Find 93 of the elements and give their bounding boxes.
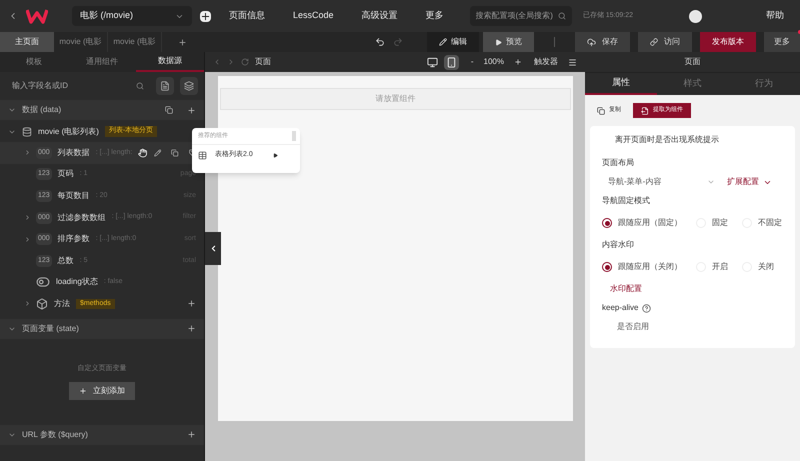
expand-icon[interactable] bbox=[24, 300, 31, 308]
add-icon[interactable] bbox=[187, 299, 196, 308]
refresh-icon[interactable] bbox=[241, 58, 249, 66]
watermark-config-link[interactable]: 水印配置 bbox=[602, 283, 783, 295]
field-name: loading状态 bbox=[56, 276, 98, 288]
menu-icon[interactable] bbox=[568, 58, 577, 66]
copy-icon bbox=[597, 106, 605, 114]
document-icon bbox=[641, 106, 649, 114]
link-icon bbox=[650, 38, 658, 46]
table-icon bbox=[198, 150, 207, 160]
field-search[interactable]: 输入字段名或ID bbox=[12, 80, 122, 92]
menu-item[interactable]: 高级设置 bbox=[352, 9, 408, 23]
undo-icon[interactable] bbox=[375, 37, 385, 47]
page-tab[interactable]: 主页面 bbox=[0, 32, 54, 52]
radio-option[interactable]: 不固定 bbox=[742, 217, 782, 229]
zoom-out-button[interactable]: - bbox=[470, 56, 474, 68]
radio-option[interactable]: 跟随应用（关闭） bbox=[602, 261, 682, 273]
back-icon[interactable] bbox=[213, 58, 221, 66]
toggle-icon bbox=[36, 275, 50, 290]
pencil-icon bbox=[439, 38, 447, 46]
cube-icon bbox=[36, 298, 48, 310]
add-tab-icon[interactable] bbox=[178, 38, 187, 46]
visit-button[interactable]: 访问 bbox=[638, 32, 692, 52]
expand-icon[interactable] bbox=[24, 236, 31, 243]
expand-icon[interactable] bbox=[24, 149, 31, 156]
edit-icon[interactable] bbox=[154, 148, 162, 157]
add-variable-button[interactable]: 立刻添加 bbox=[69, 382, 135, 400]
publish-button[interactable]: 发布版本 bbox=[700, 32, 756, 52]
zoom-in-icon[interactable] bbox=[514, 58, 522, 66]
section-title: 数据 (data) bbox=[22, 104, 62, 116]
collapse-icon[interactable] bbox=[8, 106, 16, 114]
page-select[interactable]: 电影 (/movie) bbox=[72, 6, 192, 26]
section-title: 页面变量 (state) bbox=[22, 322, 79, 335]
radio-option[interactable]: 跟随应用（固定） bbox=[602, 217, 682, 229]
breadcrumb[interactable]: 页面 bbox=[255, 56, 271, 68]
more-button[interactable]: 更多 bbox=[764, 32, 800, 52]
layout-select[interactable]: 导航-菜单-内容 bbox=[602, 176, 715, 188]
radio-option[interactable]: 固定 bbox=[696, 217, 728, 229]
panel-tab[interactable]: 模板 bbox=[0, 52, 68, 72]
database-icon bbox=[22, 126, 32, 136]
plus-icon bbox=[79, 387, 87, 395]
mode-button[interactable]: 编辑 bbox=[427, 32, 479, 52]
field-name: 页码 bbox=[58, 168, 74, 180]
add-icon[interactable] bbox=[187, 430, 196, 440]
field-name: 方法 bbox=[54, 298, 70, 310]
menu-item[interactable]: 页面信息 bbox=[219, 9, 275, 23]
field-label: 内容水印 bbox=[602, 239, 635, 251]
help-link[interactable]: 帮助 bbox=[766, 9, 784, 23]
add-page-icon[interactable] bbox=[200, 10, 211, 22]
forward-icon[interactable] bbox=[227, 58, 235, 66]
field-name: 排序参数 bbox=[58, 233, 90, 246]
expand-icon[interactable] bbox=[24, 214, 31, 222]
copy-icon[interactable] bbox=[171, 148, 179, 157]
field-label: 页面布局 bbox=[602, 157, 635, 169]
radio-option[interactable]: 关闭 bbox=[742, 261, 774, 273]
layers-icon[interactable] bbox=[180, 77, 198, 95]
search-field[interactable]: 搜索配置项(全局搜索) bbox=[470, 6, 572, 26]
menu-item[interactable]: 更多 bbox=[416, 9, 454, 23]
panel-tab[interactable]: 通用组件 bbox=[68, 52, 136, 72]
add-icon[interactable] bbox=[187, 324, 196, 334]
leave-prompt-label: 离开页面时是否出现系统提示 bbox=[614, 134, 720, 146]
search-icon bbox=[558, 12, 566, 20]
trigger-button[interactable]: 触发器 bbox=[534, 56, 558, 68]
menu-item[interactable]: LessCode bbox=[283, 9, 344, 23]
mode-button[interactable]: 预览 bbox=[483, 32, 534, 52]
field-label: keep-alive bbox=[602, 302, 638, 314]
mobile-icon[interactable] bbox=[444, 54, 459, 70]
radio-option[interactable]: 开启 bbox=[696, 261, 728, 273]
document-icon[interactable] bbox=[156, 77, 174, 95]
cloud-upload-icon bbox=[587, 38, 596, 46]
add-icon[interactable] bbox=[187, 106, 196, 114]
copy-icon[interactable] bbox=[165, 106, 173, 114]
field-label: 导航固定模式 bbox=[602, 195, 651, 207]
logo-icon bbox=[26, 8, 48, 24]
source-name: movie (电影列表) bbox=[38, 126, 99, 138]
section-title: URL 参数 ($query) bbox=[22, 428, 88, 441]
submenu-arrow-icon bbox=[273, 152, 278, 158]
checkbox-label[interactable]: 是否启用 bbox=[602, 321, 783, 333]
panel-title: 页面 bbox=[684, 56, 700, 68]
chevron-down-icon bbox=[707, 178, 715, 186]
field-name: 总数 bbox=[58, 254, 74, 267]
field-name: 列表数据 bbox=[58, 146, 90, 159]
hand-cursor-icon bbox=[138, 148, 148, 158]
help-icon[interactable] bbox=[642, 304, 652, 312]
property-tab[interactable]: 属性 bbox=[585, 73, 657, 95]
save-button[interactable]: 保存 bbox=[575, 32, 630, 52]
search-icon[interactable] bbox=[136, 82, 144, 90]
zoom-level: 100% bbox=[484, 56, 504, 68]
field-name: 每页数目 bbox=[58, 190, 90, 202]
play-icon bbox=[495, 38, 502, 46]
extend-config-link[interactable]: 扩展配置 bbox=[727, 176, 772, 188]
avatar[interactable] bbox=[689, 10, 702, 22]
field-name: 过滤参数数组 bbox=[58, 212, 106, 224]
